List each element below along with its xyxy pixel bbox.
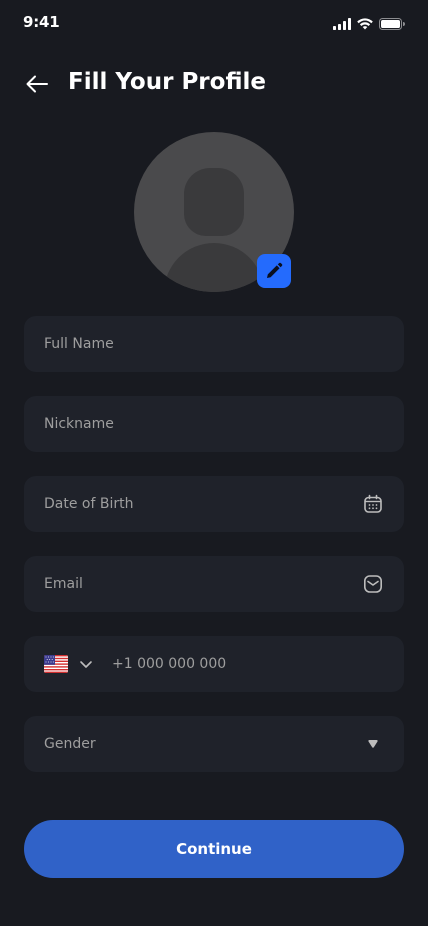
- date-of-birth-field[interactable]: [44, 476, 362, 532]
- header: Fill Your Profile: [0, 64, 428, 104]
- mail-icon: [362, 573, 384, 595]
- avatar-placeholder-head: [184, 168, 244, 236]
- avatar-placeholder-body: [164, 243, 264, 292]
- wifi-icon: [357, 15, 373, 34]
- pencil-icon: [267, 262, 283, 278]
- status-time: 9:41: [23, 13, 60, 31]
- date-of-birth-field-container: [24, 476, 404, 532]
- full-name-field-container: [24, 316, 404, 372]
- phone-field-container: [24, 636, 404, 692]
- page-title: Fill Your Profile: [68, 69, 266, 95]
- cellular-signal-icon: [333, 15, 351, 34]
- email-field-container: [24, 556, 404, 612]
- nickname-field-container: [24, 396, 404, 452]
- gender-select-label: Gender: [44, 736, 96, 752]
- edit-avatar-button[interactable]: [257, 254, 291, 288]
- gender-select[interactable]: Gender: [24, 716, 404, 772]
- calendar-icon[interactable]: [362, 493, 384, 515]
- arrow-left-icon: [26, 75, 48, 93]
- chevron-down-icon[interactable]: [78, 656, 94, 672]
- full-name-field[interactable]: [44, 316, 384, 372]
- battery-icon: [379, 15, 405, 34]
- continue-button[interactable]: Continue: [24, 820, 404, 878]
- email-field[interactable]: [44, 556, 362, 612]
- back-button[interactable]: [24, 72, 50, 96]
- caret-down-icon: [362, 733, 384, 755]
- us-flag-icon[interactable]: [44, 655, 68, 673]
- avatar-section: [134, 132, 294, 292]
- nickname-field[interactable]: [44, 396, 384, 452]
- phone-field[interactable]: [112, 636, 384, 692]
- status-bar: 9:41: [0, 0, 428, 44]
- status-icons: [333, 15, 405, 34]
